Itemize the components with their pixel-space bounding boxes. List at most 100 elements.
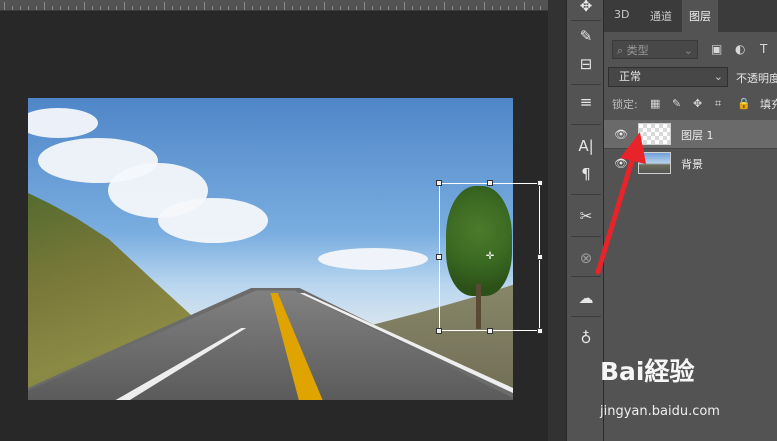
chevron-down-icon: ⌄	[683, 44, 693, 57]
ruler-tick	[12, 6, 13, 10]
ruler-tick	[468, 6, 469, 10]
lock-label: 锁定:	[612, 98, 638, 111]
ruler-tick	[84, 2, 85, 10]
brush-settings-icon[interactable]: ✎	[567, 24, 605, 48]
ruler-tick	[260, 6, 261, 10]
transform-handle-top-right[interactable]	[537, 180, 543, 186]
divider	[571, 316, 601, 317]
blend-mode-select[interactable]: 正常 ⌄	[608, 67, 728, 87]
adjustment-filter-icon[interactable]: ◐	[735, 42, 745, 56]
blend-mode-value: 正常	[619, 70, 641, 83]
ruler-tick	[164, 2, 165, 10]
ruler-tick	[60, 6, 61, 10]
ruler-tick	[36, 6, 37, 10]
ruler-tick	[420, 6, 421, 10]
canvas-workspace[interactable]: ✛	[0, 0, 548, 441]
ruler-tick	[300, 6, 301, 10]
ruler-tick	[28, 6, 29, 10]
ruler-tick	[124, 2, 125, 10]
ruler-tick	[244, 2, 245, 10]
cloud	[318, 248, 428, 270]
ruler-tick	[100, 6, 101, 10]
opacity-label: 不透明度	[736, 72, 777, 85]
transform-handle-bottom-right[interactable]	[537, 328, 543, 334]
transform-handle-bottom[interactable]	[487, 328, 493, 334]
ruler-tick	[68, 6, 69, 10]
transform-handle-top[interactable]	[487, 180, 493, 186]
ruler-tick	[412, 6, 413, 10]
lock-image-icon[interactable]: ✎	[672, 97, 681, 110]
adjust-icon[interactable]: ⊟	[567, 52, 605, 76]
layer-name: 图层 1	[681, 129, 714, 142]
ruler-tick	[524, 2, 525, 10]
ruler-tick	[516, 6, 517, 10]
ruler-tick	[92, 6, 93, 10]
ruler-tick	[196, 6, 197, 10]
ruler-tick	[452, 6, 453, 10]
ruler-tick	[132, 6, 133, 10]
ruler-tick	[20, 6, 21, 10]
ruler-tick	[252, 6, 253, 10]
ruler-tick	[324, 2, 325, 10]
ruler-tick	[140, 6, 141, 10]
fill-label: 填充	[760, 98, 777, 111]
layer-filter-select[interactable]: ⌕ 类型 ⌄	[612, 40, 698, 59]
panel-dock-gap	[548, 0, 567, 441]
learn-icon[interactable]: ♁	[567, 326, 605, 350]
layer-name: 背景	[681, 158, 703, 171]
ruler-tick	[4, 2, 5, 10]
annotation-arrow	[595, 132, 646, 275]
transform-center-icon[interactable]: ✛	[485, 252, 495, 262]
ruler-tick	[276, 6, 277, 10]
ruler-tick	[388, 6, 389, 10]
transform-handle-right[interactable]	[537, 254, 543, 260]
clone-source-icon[interactable]: ≡	[567, 90, 605, 114]
divider	[571, 84, 601, 85]
transform-handle-top-left[interactable]	[436, 180, 442, 186]
divider	[571, 20, 601, 21]
ruler-tick	[156, 6, 157, 10]
cloud	[28, 108, 98, 138]
ruler-tick	[292, 6, 293, 10]
ruler-tick	[188, 6, 189, 10]
ruler-tick	[380, 6, 381, 10]
ruler-tick	[484, 2, 485, 10]
arrow-shaft	[595, 151, 637, 275]
lock-position-icon[interactable]: ✥	[693, 97, 702, 110]
lock-transparent-icon[interactable]: ▦	[650, 97, 660, 110]
tab-3d[interactable]: 3D	[614, 8, 629, 21]
ruler-tick	[108, 6, 109, 10]
ruler-tick	[172, 6, 173, 10]
ruler-tick	[372, 6, 373, 10]
lock-artboard-icon[interactable]: ⌗	[715, 97, 721, 111]
search-icon: ⌕	[617, 44, 627, 57]
horizontal-ruler[interactable]	[0, 0, 548, 11]
tab-channels[interactable]: 通道	[650, 8, 672, 24]
ruler-tick	[228, 6, 229, 10]
transform-handle-bottom-left[interactable]	[436, 328, 442, 334]
transform-handle-left[interactable]	[436, 254, 442, 260]
arrow-head	[620, 132, 646, 164]
ruler-tick	[44, 2, 45, 10]
ruler-tick	[532, 6, 533, 10]
ruler-tick	[180, 6, 181, 10]
creative-cloud-icon[interactable]: ☁	[567, 286, 605, 310]
chevron-down-icon: ⌄	[713, 70, 723, 83]
ruler-tick	[148, 6, 149, 10]
ruler-tick	[508, 6, 509, 10]
move-icon[interactable]: ✥	[567, 0, 605, 18]
type-filter-icon[interactable]: T	[760, 42, 767, 56]
ruler-tick	[404, 2, 405, 10]
ruler-tick	[340, 6, 341, 10]
image-filter-icon[interactable]: ▣	[711, 42, 722, 56]
ruler-tick	[348, 6, 349, 10]
lock-all-icon[interactable]: 🔒	[737, 97, 751, 110]
filter-kind-label: 类型	[626, 44, 649, 57]
ruler-tick	[428, 6, 429, 10]
ruler-tick	[492, 6, 493, 10]
tab-layers[interactable]: 图层	[682, 0, 718, 32]
cloud	[158, 198, 268, 243]
ruler-tick	[284, 2, 285, 10]
ruler-tick	[476, 6, 477, 10]
divider	[571, 124, 601, 125]
